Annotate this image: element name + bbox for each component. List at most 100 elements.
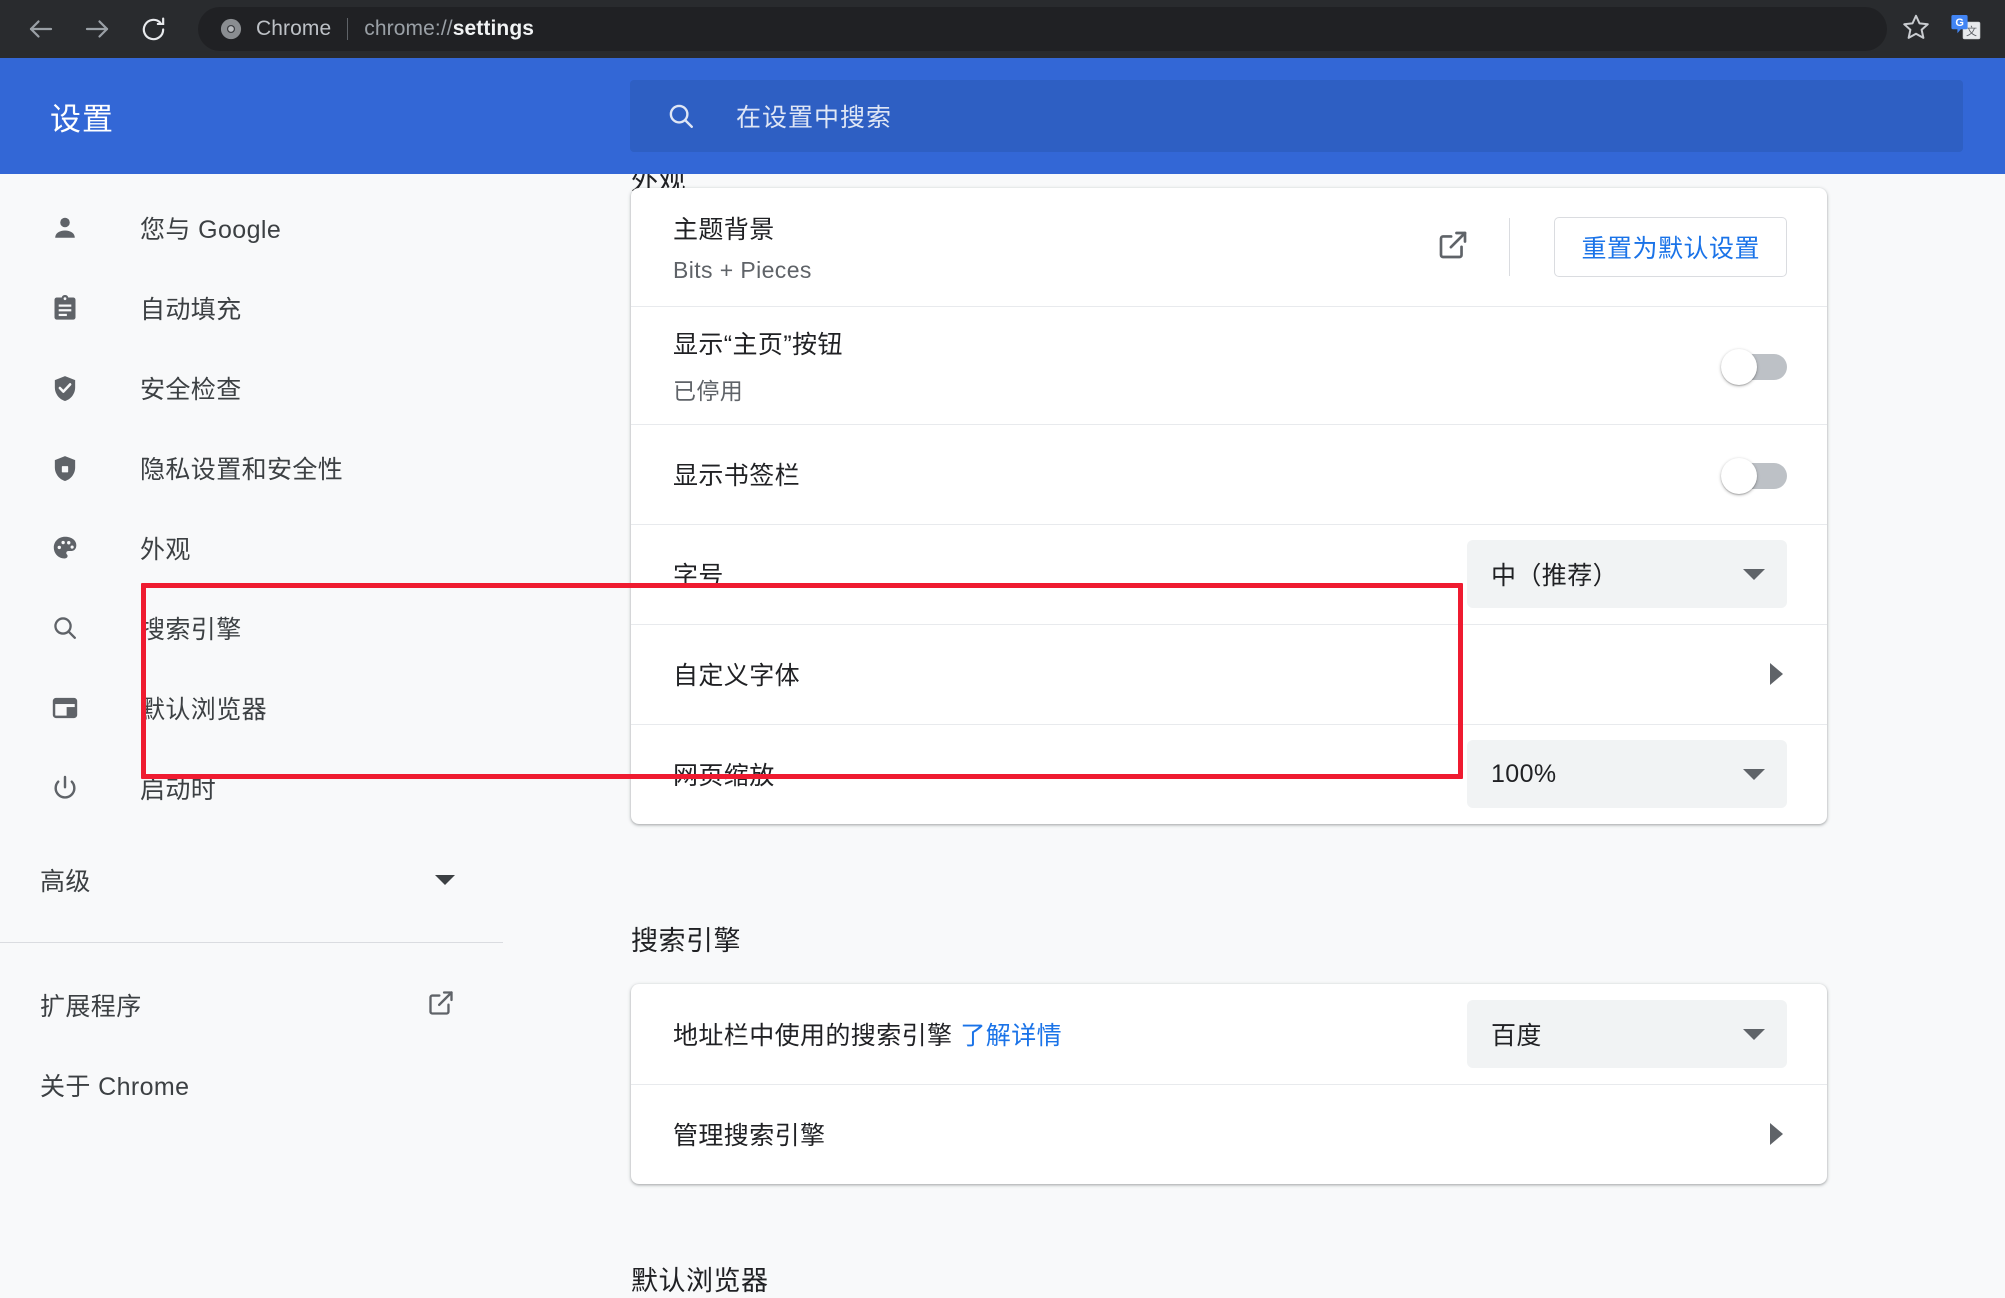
sidebar-about-label: 关于 Chrome [40, 1073, 190, 1101]
font-size-value: 中（推荐） [1491, 562, 1619, 590]
theme-row-divider [1509, 218, 1511, 276]
chrome-logo-icon [220, 18, 242, 40]
clipboard-icon [48, 294, 82, 322]
font-size-label: 字号 [673, 562, 724, 590]
theme-value: Bits + Pieces [673, 257, 812, 283]
bookmark-button[interactable] [1891, 4, 1941, 54]
sidebar-item-privacy-and-security[interactable]: 隐私设置和安全性 [0, 428, 503, 508]
omnibox-site-label: Chrome [256, 17, 332, 40]
search-icon [666, 101, 696, 131]
translate-button[interactable]: 文 G [1941, 4, 1991, 54]
sidebar-advanced-label: 高级 [40, 868, 91, 896]
browser-toolbar: Chrome chrome://settings 文 G [0, 0, 2005, 58]
sidebar-item-extensions[interactable]: 扩展程序 [0, 965, 503, 1045]
sidebar-divider [0, 942, 503, 943]
svg-text:G: G [1955, 17, 1964, 29]
sidebar-item-autofill[interactable]: 自动填充 [0, 268, 503, 348]
sidebar-item-you-and-google[interactable]: 您与 Google [0, 188, 503, 268]
address-bar-search-engine-select[interactable]: 百度 [1467, 1000, 1787, 1068]
sidebar-item-safety-check[interactable]: 安全检查 [0, 348, 503, 428]
sidebar-item-label: 隐私设置和安全性 [140, 456, 344, 484]
toolbar-actions: 文 G [1891, 4, 1991, 54]
omnibox-url: chrome://settings [364, 17, 535, 40]
back-arrow-icon [26, 14, 56, 44]
settings-header: 设置 在设置中搜索 [0, 58, 2005, 174]
show-home-button-label: 显示“主页”按钮 [673, 330, 843, 359]
section-title-search-engine: 搜索引擎 [631, 926, 741, 956]
shield-icon [48, 454, 82, 482]
omnibox-divider [347, 18, 349, 40]
external-link-icon [427, 989, 455, 1022]
chevron-right-icon [1770, 1123, 1783, 1145]
chrome-settings-window: Chrome chrome://settings 文 G 设置 在设置中搜索 您… [0, 0, 2005, 1298]
show-home-button-status: 已停用 [673, 377, 744, 404]
address-bar-search-engine-label: 地址栏中使用的搜索引擎 了解详情 [673, 1022, 1063, 1050]
sidebar-item-label: 外观 [140, 536, 191, 564]
reset-to-default-button[interactable]: 重置为默认设置 [1554, 217, 1787, 277]
browser-window-icon [48, 694, 82, 722]
learn-more-link[interactable]: 了解详情 [960, 1022, 1062, 1050]
font-size-row[interactable]: 字号 中（推荐） [631, 524, 1827, 624]
toggle-knob [1721, 349, 1757, 385]
sidebar-item-label: 启动时 [140, 776, 217, 804]
page-zoom-select[interactable]: 100% [1467, 740, 1787, 808]
settings-search-placeholder: 在设置中搜索 [736, 104, 893, 132]
sidebar-item-search-engine[interactable]: 搜索引擎 [0, 588, 503, 668]
svg-text:文: 文 [1966, 24, 1977, 38]
page-zoom-row[interactable]: 网页缩放 100% [631, 724, 1827, 824]
settings-main-content: 外观 主题背景 Bits + Pieces 重置为默认设置 显示“主页”按钮 已… [503, 174, 2005, 1298]
settings-search-input[interactable]: 在设置中搜索 [630, 80, 1963, 152]
forward-button[interactable] [74, 6, 120, 52]
sidebar-extensions-label: 扩展程序 [40, 993, 142, 1021]
chevron-right-icon [1770, 663, 1783, 685]
sidebar-item-label: 自动填充 [140, 296, 242, 324]
sidebar-item-label: 您与 Google [140, 216, 282, 244]
back-button[interactable] [18, 6, 64, 52]
sidebar-item-about-chrome[interactable]: 关于 Chrome [0, 1045, 503, 1125]
sidebar-item-appearance[interactable]: 外观 [0, 508, 503, 588]
show-bookmarks-bar-label: 显示书签栏 [673, 462, 801, 490]
address-bar[interactable]: Chrome chrome://settings [198, 7, 1887, 51]
open-theme-page-button[interactable] [1437, 229, 1469, 266]
sidebar-item-advanced[interactable]: 高级 [0, 840, 503, 920]
reload-icon [139, 15, 168, 44]
sidebar-item-on-startup[interactable]: 启动时 [0, 748, 503, 828]
external-link-icon [1437, 229, 1469, 266]
reload-button[interactable] [130, 6, 176, 52]
search-icon [48, 614, 82, 642]
theme-label: 主题背景 [673, 216, 775, 244]
sidebar-item-label: 默认浏览器 [140, 696, 268, 724]
forward-arrow-icon [82, 14, 112, 44]
appearance-card: 主题背景 Bits + Pieces 重置为默认设置 显示“主页”按钮 已停用 … [631, 188, 1827, 824]
person-icon [48, 214, 82, 242]
show-home-button-toggle[interactable] [1721, 349, 1787, 385]
chevron-down-icon [435, 875, 455, 885]
section-title-default-browser: 默认浏览器 [631, 1266, 769, 1296]
page-zoom-label: 网页缩放 [673, 762, 775, 790]
power-icon [48, 774, 82, 802]
chevron-down-icon [1743, 568, 1765, 580]
shield-check-icon [48, 374, 82, 402]
sidebar-item-default-browser[interactable]: 默认浏览器 [0, 668, 503, 748]
star-outline-icon [1901, 12, 1931, 47]
font-size-select[interactable]: 中（推荐） [1467, 540, 1787, 608]
sidebar-item-label: 搜索引擎 [140, 616, 242, 644]
manage-search-engines-label: 管理搜索引擎 [673, 1122, 826, 1150]
settings-body: 您与 Google 自动填充 安全检查 隐私设置和安全性 外观 搜索引擎 默认浏… [0, 174, 2005, 1298]
palette-icon [48, 534, 82, 562]
show-bookmarks-bar-toggle[interactable] [1721, 458, 1787, 494]
search-engine-card: 地址栏中使用的搜索引擎 了解详情 百度 管理搜索引擎 [631, 984, 1827, 1184]
page-zoom-value: 100% [1491, 759, 1557, 788]
address-bar-search-engine-row[interactable]: 地址栏中使用的搜索引擎 了解详情 百度 [631, 984, 1827, 1084]
show-home-button-row[interactable]: 显示“主页”按钮 已停用 [631, 306, 1827, 424]
show-bookmarks-bar-row[interactable]: 显示书签栏 [631, 424, 1827, 524]
toggle-knob [1721, 458, 1757, 494]
page-title: 设置 [50, 101, 114, 137]
address-bar-search-engine-value: 百度 [1491, 1022, 1542, 1050]
customize-fonts-row[interactable]: 自定义字体 [631, 624, 1827, 724]
manage-search-engines-row[interactable]: 管理搜索引擎 [631, 1084, 1827, 1184]
chevron-down-icon [1743, 1028, 1765, 1040]
sidebar-item-label: 安全检查 [140, 376, 242, 404]
settings-sidebar: 您与 Google 自动填充 安全检查 隐私设置和安全性 外观 搜索引擎 默认浏… [0, 174, 503, 1298]
theme-row[interactable]: 主题背景 Bits + Pieces 重置为默认设置 [631, 188, 1827, 306]
